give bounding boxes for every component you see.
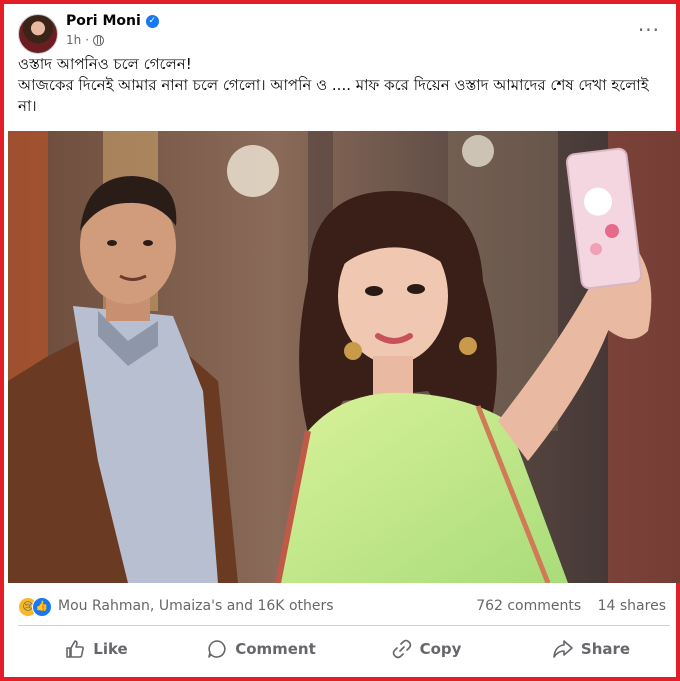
reactors-summary[interactable]: Mou Rahman, Umaiza's and 16K others: [58, 598, 334, 614]
like-button[interactable]: Like: [14, 629, 179, 669]
post-frame: Pori Moni ✓ 1h · ··· ওস্তাদ আপনিও চলে গে…: [0, 0, 680, 681]
post-time[interactable]: 1h: [66, 33, 81, 47]
post-text-line-1: ওস্তাদ আপনিও চলে গেলেন!: [18, 55, 192, 73]
author-row: Pori Moni ✓: [66, 13, 159, 29]
more-options-icon[interactable]: ···: [638, 18, 660, 42]
divider: [18, 625, 670, 626]
photo-illustration: [8, 131, 680, 583]
post-header: Pori Moni ✓ 1h · ···: [14, 10, 674, 54]
reaction-icons[interactable]: 😢 👍: [18, 597, 54, 617]
post-stats: 😢 👍 Mou Rahman, Umaiza's and 16K others …: [14, 594, 674, 620]
post-text: ওস্তাদ আপনিও চলে গেলেন! আজকের দিনেই আমার…: [18, 54, 668, 117]
comments-count[interactable]: 762 comments: [476, 598, 581, 614]
post-photo[interactable]: [8, 131, 680, 583]
author-name[interactable]: Pori Moni: [66, 13, 141, 29]
comment-button[interactable]: Comment: [179, 629, 344, 669]
share-button[interactable]: Share: [509, 629, 674, 669]
comment-label: Comment: [235, 640, 316, 658]
globe-icon: [93, 34, 105, 46]
like-icon: [66, 640, 85, 658]
share-icon: [553, 640, 573, 658]
shares-count[interactable]: 14 shares: [598, 598, 666, 614]
post-text-line-2: আজকের দিনেই আমার নানা চলে গেলো। আপনি ও .…: [18, 76, 649, 115]
share-label: Share: [580, 640, 631, 658]
like-reaction-icon: 👍: [32, 597, 52, 617]
verified-icon: ✓: [145, 14, 159, 28]
copy-label: Copy: [419, 640, 462, 658]
post-meta: 1h ·: [66, 33, 105, 47]
copy-button[interactable]: Copy: [344, 629, 509, 669]
engagement-counts: 762 comments 14 shares: [464, 598, 666, 614]
avatar[interactable]: [18, 14, 58, 54]
like-label: Like: [93, 640, 128, 658]
action-bar: Like Comment Copy Share: [14, 629, 674, 669]
comment-icon: [208, 640, 226, 658]
copy-link-icon: [392, 639, 411, 659]
